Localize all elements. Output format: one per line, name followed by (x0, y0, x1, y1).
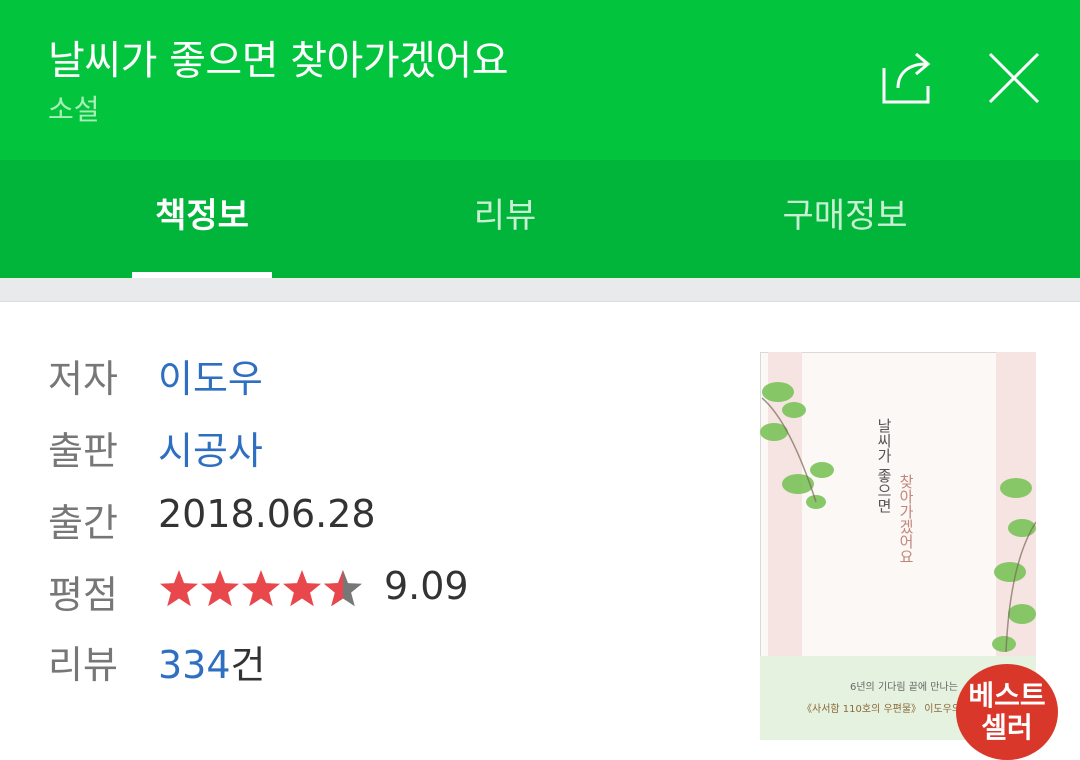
star-full-icon (201, 570, 239, 607)
app-header: 날씨가 좋으면 찾아가겠어요 소설 (0, 0, 1080, 160)
book-title: 날씨가 좋으면 찾아가겠어요 (48, 38, 509, 84)
publish-date-value: 2018.06.28 (158, 492, 376, 536)
publisher-label: 출판 (48, 429, 118, 473)
close-button[interactable] (982, 46, 1046, 110)
badge-line2: 셀러 (981, 711, 1033, 744)
rating-value: 9.09 (384, 564, 469, 608)
section-divider (0, 278, 1080, 302)
cover-blurb-line2: 《사서함 110호의 우편물》 이도우의 최 (802, 703, 973, 715)
share-icon (882, 52, 931, 104)
cover-blurb-line1: 6년의 기다림 끝에 만나는 (850, 681, 958, 693)
cover-title-line2: 찾아가겠어요 (897, 474, 915, 564)
publish-date-label: 출간 (48, 501, 118, 545)
star-full-icon (242, 570, 280, 607)
reviews-count-link[interactable]: 334 (158, 643, 231, 687)
tab-book-info[interactable]: 책정보 (132, 160, 272, 278)
bestseller-badge: 베스트 셀러 (956, 664, 1058, 760)
close-icon (988, 52, 1040, 104)
rating-label: 평점 (48, 573, 118, 617)
author-label: 저자 (48, 357, 118, 401)
reviews-count-suffix: 건 (230, 643, 266, 687)
publisher-link[interactable]: 시공사 (158, 420, 263, 475)
tab-bar: 책정보 리뷰 구매정보 (0, 160, 1080, 278)
share-button[interactable] (878, 46, 942, 110)
reviews-count-wrap: 334건 (158, 634, 266, 689)
book-category: 소설 (48, 93, 100, 126)
star-full-icon (283, 570, 321, 607)
tab-purchase-info[interactable]: 구매정보 (740, 160, 950, 278)
cover-title-line1: 날씨가 좋으면 (875, 418, 893, 513)
author-link[interactable]: 이도우 (158, 348, 263, 403)
tab-reviews[interactable]: 리뷰 (430, 160, 580, 278)
rating-stars (160, 570, 362, 607)
reviews-label: 리뷰 (48, 643, 118, 687)
star-full-icon (160, 570, 198, 607)
